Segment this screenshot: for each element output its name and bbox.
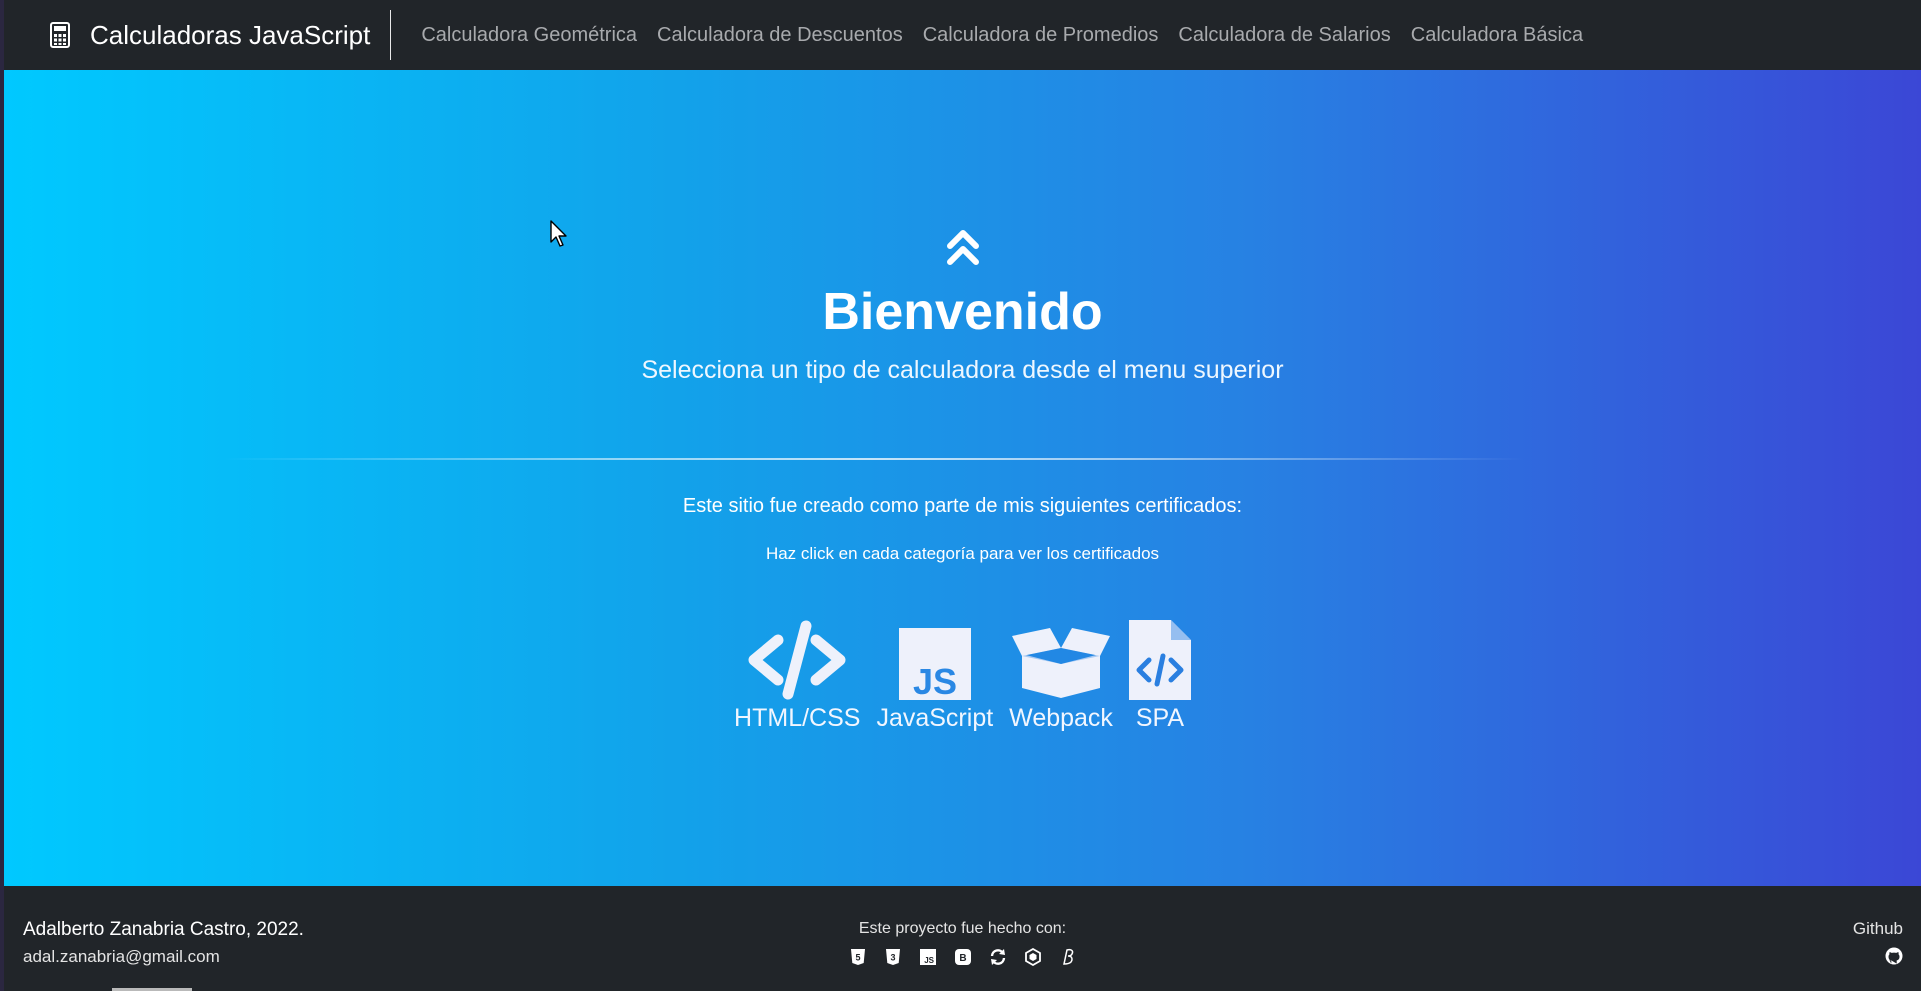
nav-links: Calculadora Geométrica Calculadora de De…	[421, 24, 1603, 47]
github-link[interactable]: Github	[1853, 919, 1903, 939]
js-icon: JS	[898, 616, 971, 700]
svg-text:5: 5	[855, 953, 860, 963]
mouse-pointer-icon	[550, 220, 568, 253]
footer: Adalberto Zanabria Castro, 2022. adal.za…	[4, 886, 1921, 991]
bootstrap-icon: B	[954, 948, 972, 966]
cert-spa[interactable]: SPA	[1128, 616, 1191, 733]
calculator-icon	[50, 22, 70, 48]
brand-title: Calculadoras JavaScript	[90, 19, 371, 50]
svg-text:B: B	[959, 953, 966, 964]
html5-icon: 5	[849, 948, 867, 966]
certificates-intro: Este sitio fue creado como parte de mis …	[682, 495, 1243, 517]
page-title: Bienvenido	[822, 283, 1103, 341]
certificates-hint: Haz click en cada categoría para ver los…	[765, 544, 1160, 563]
cert-html-css[interactable]: HTML/CSS	[734, 616, 860, 733]
brand-link[interactable]: Calculadoras JavaScript	[4, 0, 370, 70]
footer-github-block: Github	[1853, 919, 1903, 965]
footer-made-with: Este proyecto fue hecho con:	[858, 920, 1067, 937]
cert-label-webpack: Webpack	[1009, 704, 1113, 732]
cert-webpack[interactable]: Webpack	[1009, 616, 1113, 733]
section-divider	[224, 458, 1524, 460]
cert-label-spa: SPA	[1135, 704, 1185, 732]
hero-section: Bienvenido Selecciona un tipo de calcula…	[4, 70, 1921, 886]
cert-javascript[interactable]: JS JavaScript	[876, 616, 993, 733]
nav-link-descuentos[interactable]: Calculadora de Descuentos	[657, 24, 903, 47]
babel-icon	[1059, 948, 1077, 966]
svg-text:JS: JS	[924, 956, 934, 965]
nav-link-salarios[interactable]: Calculadora de Salarios	[1178, 24, 1390, 47]
github-icon[interactable]	[1853, 947, 1903, 965]
navbar: Calculadoras JavaScript Calculadora Geom…	[4, 0, 1921, 70]
nav-link-geometrica[interactable]: Calculadora Geométrica	[421, 24, 637, 47]
chevrons-up-icon	[4, 224, 1921, 268]
webpack-icon	[1024, 948, 1042, 966]
nav-link-promedios[interactable]: Calculadora de Promedios	[923, 24, 1159, 47]
code-icon	[746, 616, 848, 700]
footer-tech-block: Este proyecto fue hecho con: 5 3 JS B	[4, 920, 1921, 966]
js-icon: JS	[919, 948, 937, 966]
file-code-icon	[1128, 616, 1191, 700]
svg-text:3: 3	[890, 953, 895, 963]
svg-text:JS: JS	[913, 661, 957, 700]
sync-icon	[989, 948, 1007, 966]
nav-link-basica[interactable]: Calculadora Básica	[1411, 24, 1583, 47]
footer-tech-icons: 5 3 JS B	[4, 948, 1921, 966]
brand-divider	[390, 10, 392, 60]
certificates-list: HTML/CSS JS JavaScript Webpack SPA	[4, 616, 1921, 733]
page-subtitle: Selecciona un tipo de calculadora desde …	[641, 356, 1284, 384]
cert-label-html-css: HTML/CSS	[734, 704, 861, 732]
cert-label-javascript: JavaScript	[876, 704, 994, 732]
css3-icon: 3	[884, 948, 902, 966]
box-open-icon	[1010, 616, 1112, 700]
